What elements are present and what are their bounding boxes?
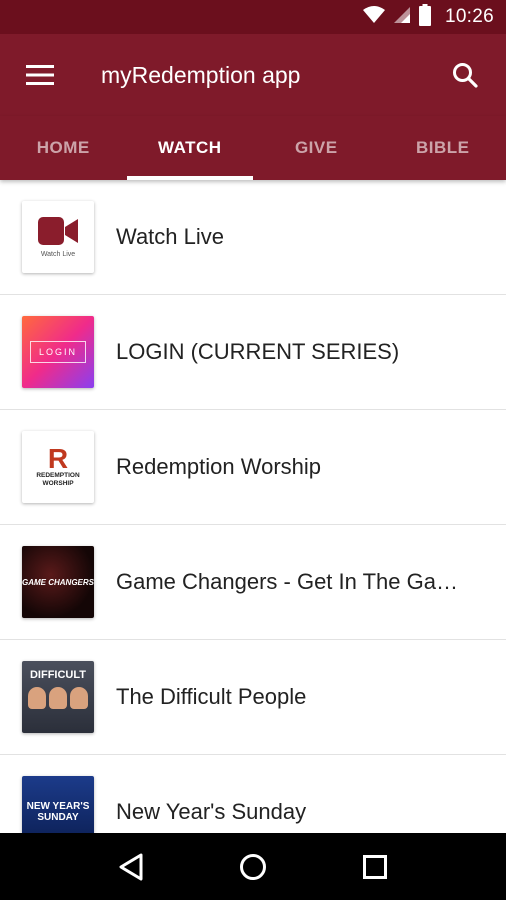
login-series-thumbnail: LOGIN [22, 316, 94, 388]
system-nav-bar [0, 833, 506, 900]
app-title: myRedemption app [101, 61, 301, 88]
watch-live-thumbnail: Watch Live [22, 201, 94, 273]
list-item-label: New Year's Sunday [116, 799, 307, 824]
list-item-label: LOGIN (CURRENT SERIES) [116, 339, 400, 364]
redemption-worship-thumbnail: R REDEMPTION WORSHIP [22, 431, 94, 503]
tab-watch[interactable]: WATCH [126, 116, 254, 180]
thumbnail-caption: NEW YEAR'S SUNDAY [26, 801, 90, 823]
people-illustration [28, 687, 88, 709]
list-item-redemption-worship[interactable]: R REDEMPTION WORSHIP Redemption Worship [0, 410, 506, 525]
recents-icon[interactable] [345, 837, 405, 897]
home-icon[interactable] [223, 837, 283, 897]
thumbnail-caption: REDEMPTION WORSHIP [36, 472, 80, 487]
tab-give[interactable]: GIVE [253, 116, 380, 180]
tab-bible[interactable]: BIBLE [380, 116, 506, 180]
search-icon[interactable] [424, 34, 506, 116]
thumbnail-caption: GAME CHANGERS [22, 577, 94, 587]
video-camera-icon [38, 216, 78, 245]
list-item-difficult-people[interactable]: DIFFICULT The Difficult People [0, 640, 506, 755]
thumbnail-caption: DIFFICULT [29, 669, 86, 681]
status-bar: 10:26 [0, 0, 506, 34]
list-item-watch-live[interactable]: Watch Live Watch Live [0, 180, 506, 295]
status-time: 10:26 [444, 6, 494, 27]
game-changers-thumbnail: GAME CHANGERS [22, 546, 94, 618]
list-item-login-series[interactable]: LOGIN LOGIN (CURRENT SERIES) [0, 295, 506, 410]
wifi-icon [362, 5, 385, 29]
watch-list: Watch Live Watch Live LOGIN LOGIN (CURRE… [0, 180, 506, 833]
thumbnail-caption: Watch Live [40, 250, 76, 258]
difficult-people-thumbnail: DIFFICULT [22, 661, 94, 733]
battery-icon [418, 3, 431, 31]
list-item-label: Game Changers - Get In The Ga… [116, 569, 458, 594]
signal-icon [393, 6, 411, 29]
hamburger-menu-icon[interactable] [0, 34, 80, 116]
thumbnail-logo-letter: R [47, 443, 69, 474]
app-bar: myRedemption app [0, 34, 506, 116]
thumbnail-caption: LOGIN [30, 341, 86, 363]
list-item-label: Watch Live [116, 224, 225, 249]
list-item-new-years-sunday[interactable]: NEW YEAR'S SUNDAY New Year's Sunday [0, 755, 506, 833]
list-item-label: The Difficult People [116, 684, 307, 709]
tab-home[interactable]: HOME [0, 116, 127, 180]
list-item-game-changers[interactable]: GAME CHANGERS Game Changers - Get In The… [0, 525, 506, 640]
tab-bar: HOME WATCH GIVE BIBLE [0, 116, 506, 180]
new-years-sunday-thumbnail: NEW YEAR'S SUNDAY [22, 776, 94, 833]
list-item-label: Redemption Worship [116, 454, 322, 479]
back-icon[interactable] [101, 837, 161, 897]
